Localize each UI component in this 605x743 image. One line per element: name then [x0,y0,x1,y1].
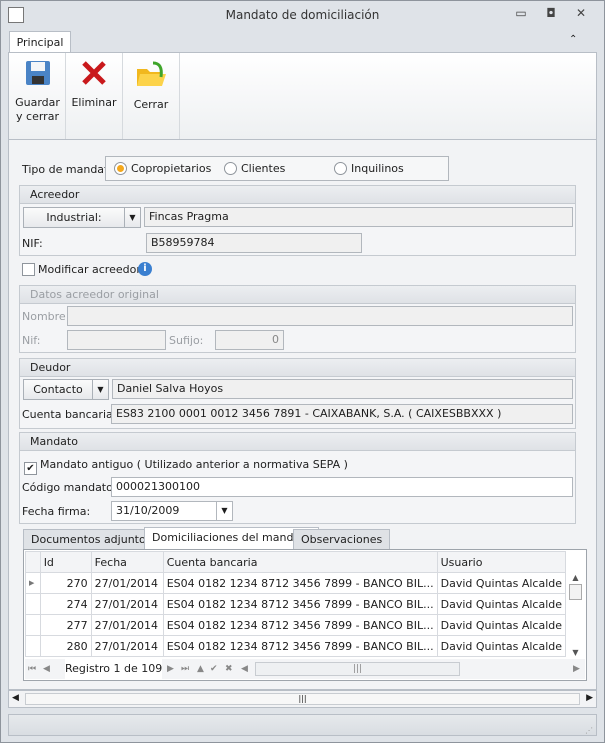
original-header: Datos acreedor original [20,286,575,304]
cuenta-label: Cuenta bancaria: [22,408,117,421]
status-bar: ⋰ [8,714,597,736]
scroll-right-icon[interactable]: ▶ [573,659,580,679]
cell-usuario: David Quintas Alcalde [436,593,567,615]
cell-fecha: 27/01/2014 [90,593,164,615]
fecha-firma-field[interactable]: 31/10/2009 ▼ [111,501,233,521]
grid-vertical-scrollbar[interactable]: ▲ ▼ [566,573,585,657]
info-icon[interactable]: i [138,262,152,276]
sufijo-label: Sufijo: [169,334,204,347]
accept-icon[interactable]: ✔ [210,659,218,679]
cell-fecha: 27/01/2014 [90,614,164,636]
cell-usuario: David Quintas Alcalde [436,572,567,594]
cell-cuenta: ES04 0182 1234 8712 3456 7899 - BANCO BI… [162,614,438,636]
grid-header: Id Fecha Cuenta bancaria Usuario [25,551,567,573]
col-usuario[interactable]: Usuario [436,551,567,573]
table-row[interactable]: 280 27/01/2014 ES04 0182 1234 8712 3456 78… [25,635,567,657]
mandato-antiguo-checkbox[interactable]: ✔ Mandato antiguo ( Utilizado anterior a … [24,458,348,475]
cell-cuenta: ES04 0182 1234 8712 3456 7899 - BANCO BI… [162,635,438,657]
cell-usuario: David Quintas Alcalde [436,635,567,657]
cell-cuenta: ES04 0182 1234 8712 3456 7899 - BANCO BI… [162,593,438,615]
cell-usuario: David Quintas Alcalde [436,614,567,636]
fecha-label: Fecha firma: [22,505,91,518]
table-row[interactable]: ▶ 270 27/01/2014 ES04 0182 1234 8712 3456 7… [25,572,567,594]
ribbon-tab-principal[interactable]: Principal [9,31,71,53]
prev-record-icon[interactable]: ◀ [43,659,50,679]
cell-id: 274 [39,593,92,615]
delete-button[interactable]: Eliminar [66,53,123,139]
last-record-icon[interactable]: ⏭ [181,659,189,679]
cuenta-bancaria-field[interactable]: ES83 2100 0001 0012 3456 7891 - CAIXABAN… [111,404,573,424]
collapse-ribbon-icon[interactable]: ⌃ [569,34,577,45]
grid-navigator: ⏮ ◀ Registro 1 de 109 ▶ ⏭ ▲ ✔ ✖ ◀ ||| ▶ [25,659,585,679]
acreedor-header: Acreedor [20,186,575,204]
minimize-button[interactable]: ▭ [511,6,531,24]
deudor-type-combo[interactable]: Contacto ▼ [23,379,109,400]
maximize-button[interactable]: ◘ [541,6,561,24]
save-close-button[interactable]: Guardar y cerrar [10,53,66,139]
radio-copropietarios[interactable]: Copropietarios [114,162,211,175]
nombre-field[interactable] [67,306,573,326]
close-form-button[interactable]: Cerrar [123,53,180,139]
chevron-down-icon[interactable]: ▼ [216,502,232,520]
insert-record-icon[interactable]: ▲ [197,659,204,679]
delete-icon [82,61,106,85]
sufijo-field[interactable]: 0 [215,330,284,350]
modificar-acreedor-checkbox[interactable]: Modificar acreedor [22,263,141,276]
close-button[interactable]: ✕ [571,6,591,24]
nif-label: NIF: [22,237,43,250]
form-horizontal-scrollbar[interactable]: ◀ ||| ▶ [8,690,597,708]
record-counter: Registro 1 de 109 [65,659,163,679]
tipo-mandato-radio-group: Copropietarios Clientes Inquilinos [105,156,449,181]
codigo-mandato-field[interactable]: 000021300100 [111,477,573,497]
domiciliaciones-grid: Id Fecha Cuenta bancaria Usuario ▶ 270 27/01/… [23,549,587,681]
acreedor-nif-field[interactable]: B58959784 [146,233,362,253]
ribbon: Guardar y cerrar Eliminar Cerrar [8,52,597,140]
cell-cuenta: ES04 0182 1234 8712 3456 7899 - BANCO BI… [162,572,438,594]
mandato-header: Mandato [20,433,575,451]
tab-documentos-adjuntos[interactable]: Documentos adjuntos [23,529,160,550]
deudor-header: Deudor [20,359,575,377]
cell-id: 280 [39,635,92,657]
deudor-name-field[interactable]: Daniel Salva Hoyos [112,379,573,399]
table-row[interactable]: 274 27/01/2014 ES04 0182 1234 8712 3456 78… [25,593,567,615]
cell-id: 277 [39,614,92,636]
nif-original-label: Nif: [22,334,41,347]
chevron-down-icon: ▼ [124,208,140,227]
tab-observaciones[interactable]: Observaciones [293,529,391,550]
first-record-icon[interactable]: ⏮ [28,659,36,679]
cell-fecha: 27/01/2014 [90,635,164,657]
radio-inquilinos[interactable]: Inquilinos [334,162,404,175]
open-folder-icon [137,61,166,86]
radio-clientes[interactable]: Clientes [224,162,285,175]
nombre-label: Nombre: [22,310,70,323]
grid-horizontal-scrollbar-thumb[interactable]: ||| [255,662,460,676]
cell-fecha: 27/01/2014 [90,572,164,594]
codigo-label: Código mandato: [22,481,117,494]
table-row[interactable]: 277 27/01/2014 ES04 0182 1234 8712 3456 78… [25,614,567,636]
resize-grip-icon[interactable]: ⋰ [585,726,593,735]
acreedor-name-field[interactable]: Fincas Pragma [144,207,573,227]
next-record-icon[interactable]: ▶ [167,659,174,679]
col-id[interactable]: Id [39,551,92,573]
chevron-down-icon: ▼ [92,380,108,399]
col-cuenta[interactable]: Cuenta bancaria [162,551,438,573]
acreedor-type-combo[interactable]: Industrial: ▼ [23,207,141,228]
cancel-icon[interactable]: ✖ [225,659,233,679]
scroll-left-icon[interactable]: ◀ [241,659,248,679]
col-fecha[interactable]: Fecha [90,551,164,573]
nif-original-field[interactable] [67,330,166,350]
save-icon [25,61,50,85]
cell-id: 270 [39,572,92,594]
